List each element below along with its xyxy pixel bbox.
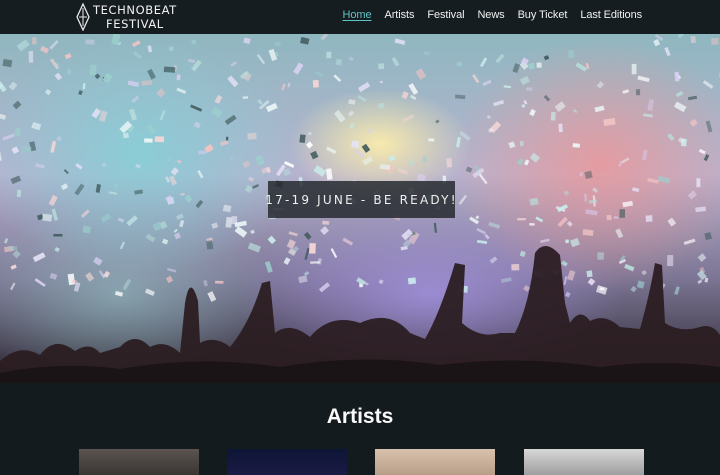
section-title: Artists bbox=[326, 405, 394, 428]
artist-card-1[interactable] bbox=[79, 449, 199, 475]
nav-festival[interactable]: Festival bbox=[427, 9, 464, 21]
artist-card-3[interactable] bbox=[375, 449, 495, 475]
nav-home[interactable]: Home bbox=[343, 9, 372, 21]
logo-line-1: TECHNOBEAT bbox=[93, 3, 177, 17]
navbar: TECHNOBEAT FESTIVAL Home Artists Festiva… bbox=[0, 0, 720, 34]
hero-banner: 17-19 JUNE - BE READY! bbox=[0, 34, 720, 383]
artist-card-2[interactable] bbox=[227, 449, 347, 475]
artists-section: Artists bbox=[0, 383, 720, 475]
main-nav: Home Artists Festival News Buy Ticket La… bbox=[330, 9, 643, 21]
logo-diamond-icon bbox=[76, 3, 90, 31]
logo-line-2: FESTIVAL bbox=[105, 17, 164, 31]
logo-text: TECHNOBEAT FESTIVAL bbox=[93, 3, 177, 31]
artist-card-4[interactable] bbox=[524, 449, 644, 475]
nav-artists[interactable]: Artists bbox=[384, 9, 414, 21]
hero-crowd-silhouette bbox=[0, 245, 720, 383]
nav-last-editions[interactable]: Last Editions bbox=[580, 9, 642, 21]
nav-news[interactable]: News bbox=[477, 9, 504, 21]
nav-buy-ticket[interactable]: Buy Ticket bbox=[518, 9, 568, 21]
hero-tagline: 17-19 JUNE - BE READY! bbox=[265, 181, 456, 218]
logo[interactable]: TECHNOBEAT FESTIVAL bbox=[76, 2, 186, 32]
